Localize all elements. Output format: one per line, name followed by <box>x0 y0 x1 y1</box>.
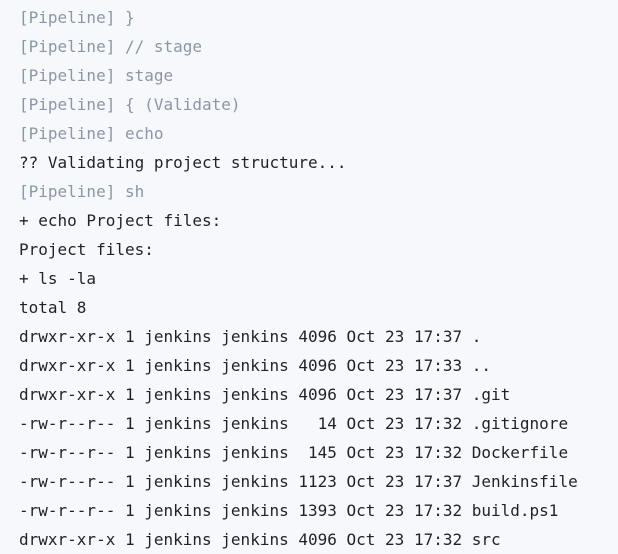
console-output-line: Project files: <box>19 240 154 259</box>
console-output: [Pipeline] } [Pipeline] // stage [Pipeli… <box>0 0 618 554</box>
pipeline-step-validate: [Pipeline] { (Validate) <box>19 95 241 114</box>
file-listing-row: drwxr-xr-x 1 jenkins jenkins 4096 Oct 23… <box>19 327 482 346</box>
console-output-line: total 8 <box>19 298 87 317</box>
pipeline-step-sh: [Pipeline] sh <box>19 182 145 201</box>
file-listing-row: -rw-r--r-- 1 jenkins jenkins 1123 Oct 23… <box>19 472 578 491</box>
pipeline-step-stage-comment: [Pipeline] // stage <box>19 37 203 56</box>
console-output-line: ?? Validating project structure... <box>19 153 347 172</box>
console-command-line: + echo Project files: <box>19 211 222 230</box>
file-listing-row: drwxr-xr-x 1 jenkins jenkins 4096 Oct 23… <box>19 530 501 549</box>
file-listing-row: drwxr-xr-x 1 jenkins jenkins 4096 Oct 23… <box>19 385 511 404</box>
pipeline-step-echo: [Pipeline] echo <box>19 124 164 143</box>
console-command-line: + ls -la <box>19 269 97 288</box>
pipeline-step-close-brace: [Pipeline] } <box>19 8 135 27</box>
file-listing-row: -rw-r--r-- 1 jenkins jenkins 1393 Oct 23… <box>19 501 559 520</box>
file-listing-row: -rw-r--r-- 1 jenkins jenkins 14 Oct 23 1… <box>19 414 569 433</box>
file-listing-row: -rw-r--r-- 1 jenkins jenkins 145 Oct 23 … <box>19 443 569 462</box>
pipeline-step-stage: [Pipeline] stage <box>19 66 174 85</box>
file-listing-row: drwxr-xr-x 1 jenkins jenkins 4096 Oct 23… <box>19 356 492 375</box>
